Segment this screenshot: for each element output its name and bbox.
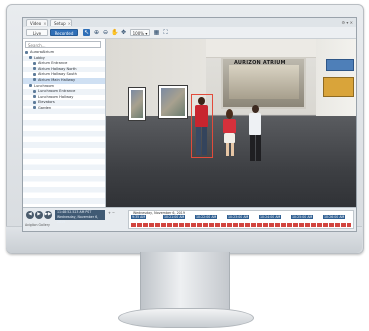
camera-icon [33,61,36,65]
camera-tree: AuroraAtrium Lobby Atrium Entrance Atriu… [23,50,105,112]
app-window: Video × Setup × ⚙ ▾ ✕ Live Recorded ↖ ⊕ ⊖ … [22,17,357,232]
hand-icon[interactable]: ✋ [111,29,118,36]
blue-display-panel [326,59,354,71]
forward-icon[interactable]: ▶▶ [44,211,52,219]
tree-item-label: Atrium Hallway South [38,72,77,77]
timeline-tick: 10:21:00 AM [163,215,186,219]
timeline-tick: 9:35 AM [131,215,147,219]
camera-icon [33,72,36,76]
camera-icon [33,106,36,110]
yellow-display-panel [323,77,354,97]
recording-bar[interactable] [131,223,351,227]
ceiling [206,39,316,58]
timeline-tick: 10:24:00 AM [259,215,282,219]
timeline-tick: 10:26:00 AM [323,215,346,219]
monitor-stand-neck [140,252,230,310]
video-viewport[interactable]: AURIZON ATRIUM [106,39,356,207]
camera-sidebar: Search... AuroraAtrium Lobby Atrium Entr… [23,39,106,207]
timeline-zoom-controls[interactable]: + − [108,211,115,215]
play-icon[interactable]: ▶ [35,211,43,219]
detection-box[interactable] [191,94,213,158]
zoom-out-icon[interactable]: ⊖ [102,29,109,36]
folder-icon [29,56,32,60]
painting [128,87,146,121]
sidebar-empty-rows [23,103,105,207]
tab-setup[interactable]: Setup × [50,19,72,26]
painting [158,85,188,119]
site-icon [25,50,28,54]
zoom-in-icon[interactable]: ⊕ [93,29,100,36]
camera-icon [33,95,36,99]
fullscreen-icon[interactable]: ⛶ [162,29,169,36]
timeline-panel: ◀ ▶ ▶▶ 11:48:52.523 AM PST Wednesday, No… [23,207,356,231]
move-icon[interactable]: ✥ [120,29,127,36]
tree-item-label: Lunchroom [34,83,55,88]
tab-video-label: Video [30,21,42,26]
timeline-track[interactable]: Wednesday, November 6, 2019 9:35 AM 10:2… [128,210,354,229]
toolbar: Live Recorded ↖ ⊕ ⊖ ✋ ✥ 100% ▾ ▦ ⛶ [23,27,356,39]
tab-video[interactable]: Video × [26,19,48,26]
window-controls[interactable]: ⚙ ▾ ✕ [342,19,354,26]
atrium-interior [229,65,299,99]
close-icon[interactable]: × [68,21,71,26]
camera-icon [33,78,36,82]
tree-item-label: Atrium Main Hallway [38,77,76,82]
search-input[interactable]: Search... [25,41,101,48]
timeline-tick: 10:23:00 AM [227,215,250,219]
wall-sign: AURIZON ATRIUM [234,60,286,66]
timeline-tick: 10:25:00 AM [291,215,314,219]
current-date: Wednesday, November 6, 2019 [57,214,99,224]
recorded-button[interactable]: Recorded [50,29,78,36]
tab-setup-label: Setup [54,21,66,26]
live-button[interactable]: Live [26,29,48,36]
tree-item-label: Elevators [38,100,55,105]
tree-item-label: Atrium Hallway North [38,66,77,71]
current-time-display: 11:48:52.523 AM PST Wednesday, November … [55,210,105,224]
tree-item-label: Atrium Entrance [38,61,68,66]
timeline-tick: 10:22:00 AM [195,215,218,219]
tree-camera[interactable]: Garden [23,106,105,112]
tree-item-label: Lobby [34,55,45,60]
tree-item-label: Lunchroom Hallway [38,94,74,99]
status-text: Avigilon Gallery [25,223,50,227]
zoom-select[interactable]: 100% ▾ [130,29,150,36]
pointer-icon[interactable]: ↖ [83,29,90,36]
camera-icon [33,100,36,104]
camera-icon [33,89,36,93]
tree-item-label: AuroraAtrium [30,50,55,54]
close-icon[interactable]: × [43,21,46,26]
rewind-icon[interactable]: ◀ [26,211,34,219]
grid-icon[interactable]: ▦ [153,29,160,36]
folder-icon [29,84,32,88]
camera-icon [33,67,36,71]
tree-item-label: Garden [38,105,52,110]
monitor-stand-base [118,308,254,328]
tree-item-label: Lunchroom Entrance [38,89,76,94]
